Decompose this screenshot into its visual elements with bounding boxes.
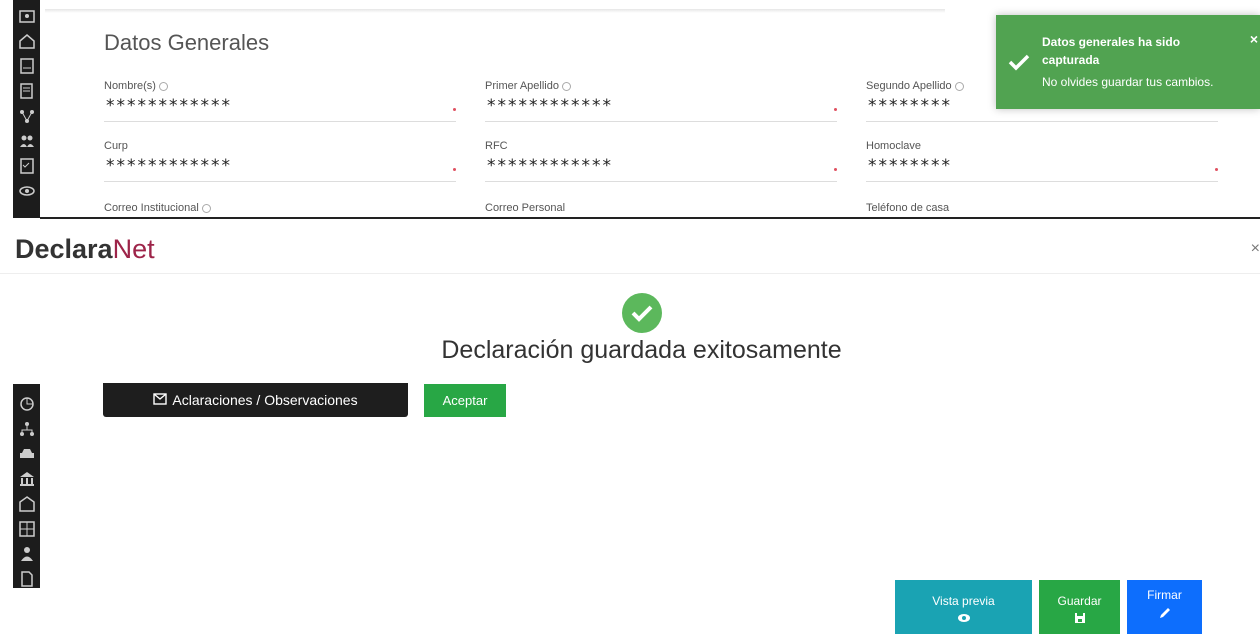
form-icon[interactable] [17, 81, 37, 101]
grid-icon[interactable] [17, 519, 37, 538]
field-underline [866, 181, 1218, 182]
toast-message: No olvides guardar tus cambios. [1042, 75, 1214, 89]
user-group-icon[interactable] [17, 544, 37, 563]
success-message: Declaración guardada exitosamente [441, 336, 842, 364]
field-underline [866, 121, 1218, 122]
brand-light: Net [112, 234, 155, 264]
network-icon[interactable] [17, 106, 37, 126]
file-icon[interactable] [17, 569, 37, 588]
form-top-edge [45, 9, 945, 13]
field-nombre[interactable]: Nombre(s) ************ [104, 80, 456, 134]
info-icon [954, 81, 964, 91]
pie-chart-icon[interactable] [17, 394, 37, 413]
field-value[interactable]: ************ [487, 156, 613, 176]
modal-close-button[interactable]: × [1251, 240, 1260, 258]
pen-icon [1158, 606, 1172, 623]
car-icon[interactable] [17, 444, 37, 463]
field-underline [104, 121, 456, 122]
success-toast[interactable]: Datos generales ha sido capturada No olv… [996, 15, 1260, 109]
field-label: Teléfono de casa [866, 202, 950, 214]
sidebar-icons-bottom [13, 384, 40, 588]
home-icon[interactable] [17, 31, 37, 51]
field-label: Segundo Apellido [866, 80, 952, 92]
eye-icon [957, 612, 971, 626]
field-rfc[interactable]: RFC ************ [485, 140, 837, 194]
field-value[interactable]: ************ [487, 96, 613, 116]
field-label: Nombre(s) [104, 80, 156, 92]
aceptar-button[interactable]: Aceptar [424, 384, 506, 417]
field-value[interactable]: ************ [106, 156, 232, 176]
id-card-icon[interactable] [17, 6, 37, 26]
brand-bold: Declara [15, 234, 113, 264]
bank-icon[interactable] [17, 469, 37, 488]
field-label: Primer Apellido [485, 80, 559, 92]
building-icon[interactable] [17, 494, 37, 513]
guardar-button[interactable]: Guardar [1039, 580, 1120, 634]
info-icon [158, 81, 168, 91]
firmar-label: Firmar [1147, 588, 1182, 602]
field-correo-personal[interactable]: Correo Personal [485, 202, 837, 216]
field-label: Curp [104, 140, 128, 152]
field-curp[interactable]: Curp ************ [104, 140, 456, 194]
section-title: Datos Generales [104, 30, 270, 55]
field-label: RFC [485, 140, 508, 152]
required-dot [453, 108, 456, 111]
eye-icon[interactable] [17, 181, 37, 201]
aclaraciones-label: Aclaraciones / Observaciones [172, 392, 358, 408]
field-label: Homoclave [866, 140, 922, 152]
field-value[interactable]: ******** [868, 156, 952, 176]
field-telefono-casa[interactable]: Teléfono de casa [866, 202, 1218, 216]
info-icon [201, 203, 211, 213]
toast-close-button[interactable]: × [1250, 31, 1258, 47]
field-value[interactable]: ************ [106, 96, 232, 116]
checklist-icon[interactable] [17, 156, 37, 176]
envelope-icon [153, 392, 168, 408]
field-correo-institucional[interactable]: Correo Institucional [104, 202, 456, 216]
sidebar-icons-top [13, 0, 40, 218]
aclaraciones-button[interactable]: Aclaraciones / Observaciones [103, 383, 408, 417]
document-icon[interactable] [17, 56, 37, 76]
field-label: Correo Institucional [104, 202, 199, 214]
field-primer-apellido[interactable]: Primer Apellido ************ [485, 80, 837, 134]
firmar-button[interactable]: Firmar [1127, 580, 1202, 634]
field-underline [485, 121, 837, 122]
modal-header-divider [0, 273, 1260, 274]
required-dot [1215, 168, 1218, 171]
required-dot [834, 108, 837, 111]
vista-previa-button[interactable]: Vista previa [895, 580, 1032, 634]
field-underline [104, 181, 456, 182]
screenshot-divider [40, 217, 1260, 219]
field-homoclave[interactable]: Homoclave ******** [866, 140, 1218, 194]
field-underline [485, 181, 837, 182]
vista-previa-label: Vista previa [932, 594, 995, 608]
required-dot [453, 168, 456, 171]
guardar-label: Guardar [1057, 594, 1102, 608]
people-icon[interactable] [17, 131, 37, 151]
save-icon [1074, 612, 1086, 627]
required-dot [834, 168, 837, 171]
info-icon [561, 81, 571, 91]
field-value[interactable]: ******** [868, 96, 952, 116]
org-chart-icon[interactable] [17, 419, 37, 438]
toast-title: Datos generales ha sido capturada [1042, 35, 1181, 67]
success-check-icon [622, 293, 662, 333]
field-label: Correo Personal [485, 202, 566, 214]
check-icon [1008, 53, 1030, 76]
brand-logo: DeclaraNet [15, 234, 155, 265]
